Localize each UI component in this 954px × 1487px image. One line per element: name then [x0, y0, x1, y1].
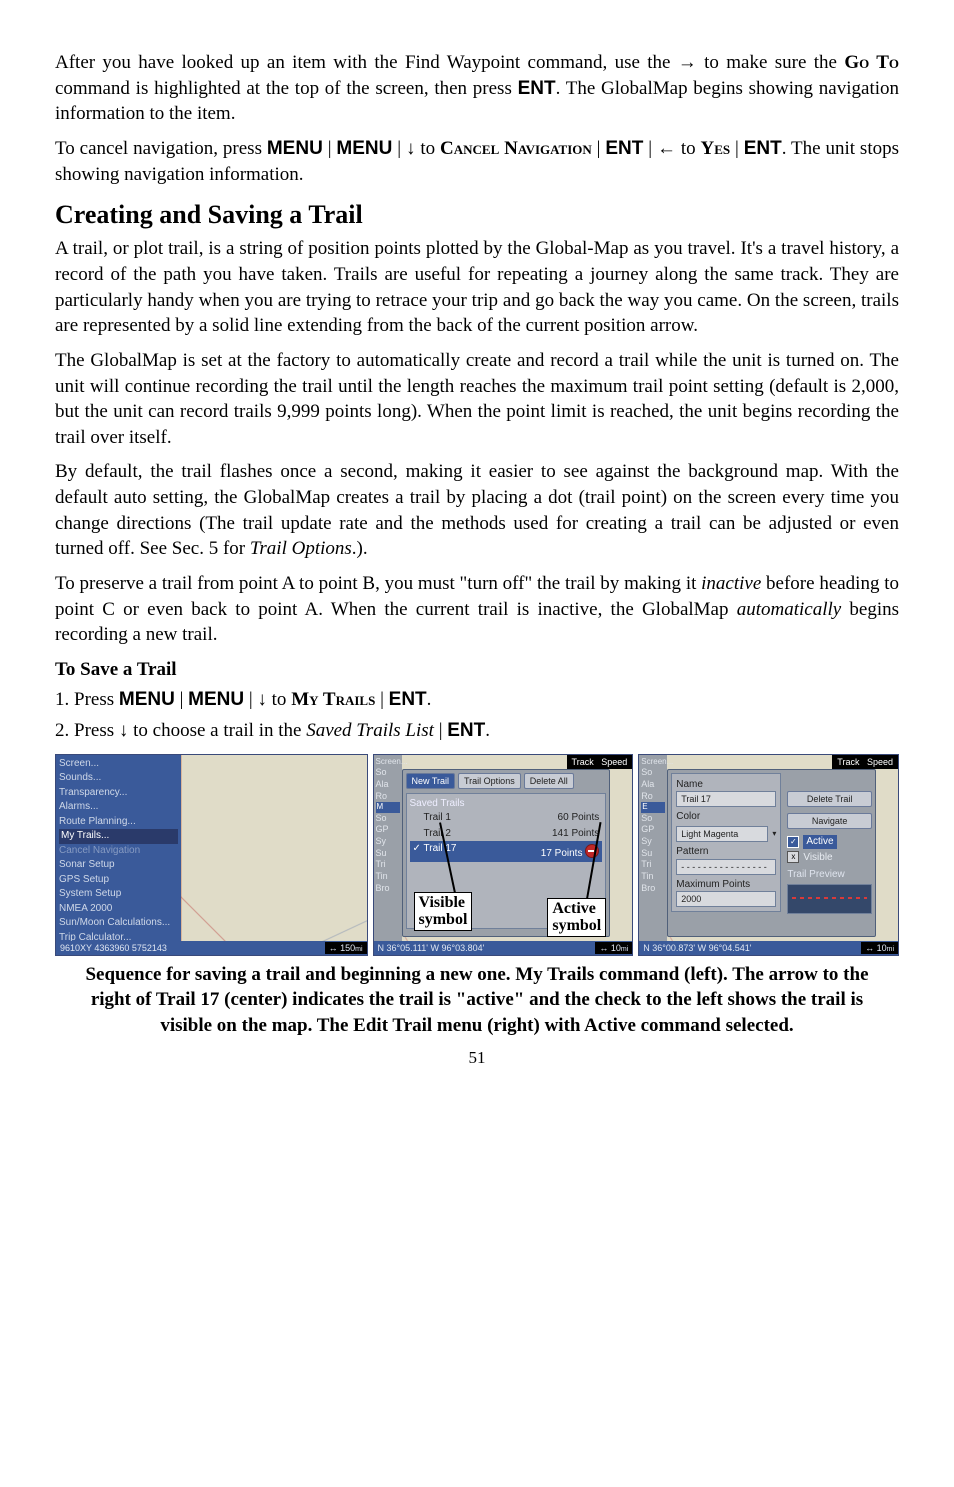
name-field[interactable]: Trail 17	[676, 791, 776, 807]
subheading-save-trail: To Save a Trail	[55, 657, 899, 683]
down-arrow-icon: ↓	[257, 689, 267, 710]
menu-item[interactable]: Sounds...	[59, 771, 178, 786]
edit-trail-tab: E	[641, 802, 665, 812]
menu-item[interactable]: Alarms...	[59, 800, 178, 815]
menu-item[interactable]: GPS Setup	[59, 873, 178, 888]
resize-icon: ↔	[599, 943, 608, 953]
screenshot-right: Track Speed Screen... So Ala Ro E So GP …	[638, 754, 899, 956]
edit-trail-dialog: Name Trail 17 Color Light Magenta ▾ Patte…	[667, 769, 876, 937]
menu-item[interactable]: System Setup	[59, 887, 178, 902]
menu-item[interactable]: Sonar Setup	[59, 858, 178, 873]
delete-trail-button[interactable]: Delete Trail	[787, 791, 872, 807]
visible-checkbox[interactable]: x	[787, 851, 799, 863]
menu-item[interactable]: Screen...	[59, 757, 178, 772]
list-header: Saved Trails	[410, 797, 603, 811]
resize-icon: ↔	[865, 943, 874, 953]
status-bar: N 36°05.111' W 96°03.804' ↔ 10mi	[374, 941, 633, 955]
step-2: 2. Press ↓ to choose a trail in the Save…	[55, 718, 899, 744]
page-number: 51	[55, 1047, 899, 1070]
field-label: Name	[676, 778, 776, 792]
menu-sidebar: Screen... So Ala Ro E So GP Sy Su Tri Ti…	[639, 755, 667, 955]
preview-label: Trail Preview	[787, 868, 872, 882]
menu-sidebar: Screen... So Ala Ro M So GP Sy Su Tri Ti…	[374, 755, 402, 955]
callout-visible: Visible symbol	[414, 892, 473, 931]
map-background	[181, 755, 367, 955]
trail-options-button[interactable]: Trail Options	[458, 773, 521, 789]
zoom-level: 150	[340, 943, 355, 953]
dropdown-icon[interactable]: ▾	[772, 829, 776, 840]
menu-item[interactable]: Sun/Moon Calculations...	[59, 916, 178, 931]
paragraph-find-waypoint: After you have looked up an item with th…	[55, 50, 899, 127]
field-label: Pattern	[676, 845, 776, 859]
max-points-field[interactable]: 2000	[676, 891, 776, 907]
main-menu: Screen... Sounds... Transparency... Alar…	[56, 755, 181, 955]
resize-icon: ↔	[329, 943, 338, 953]
field-label: Color	[676, 810, 776, 824]
zoom-level: 10	[877, 943, 887, 953]
trail-properties: Name Trail 17 Color Light Magenta ▾ Patte…	[671, 773, 781, 913]
figure-caption: Sequence for saving a trail and beginnin…	[71, 962, 883, 1039]
menu-item-my-trails[interactable]: My Trails...	[59, 829, 178, 844]
field-label: Maximum Points	[676, 878, 776, 892]
coordinates: N 36°00.873' W 96°04.541'	[643, 942, 751, 954]
status-bar: N 36°00.873' W 96°04.541' ↔ 10mi	[639, 941, 898, 955]
heading-creating-trail: Creating and Saving a Trail	[55, 197, 899, 232]
left-arrow-icon: ←	[657, 138, 676, 159]
paragraph-trail-intro: A trail, or plot trail, is a string of p…	[55, 236, 899, 339]
color-field[interactable]: Light Magenta	[676, 826, 768, 842]
zoom-level: 10	[611, 943, 621, 953]
menu-item[interactable]: Transparency...	[59, 786, 178, 801]
paragraph-cancel-nav: To cancel navigation, press MENU | MENU …	[55, 136, 899, 187]
trail-preview	[787, 884, 872, 914]
menu-item[interactable]: NMEA 2000	[59, 902, 178, 917]
visible-label: Visible	[803, 851, 832, 865]
paragraph-preserve-trail: To preserve a trail from point A to poin…	[55, 571, 899, 648]
down-arrow-icon: ↓	[119, 720, 129, 741]
active-checkbox[interactable]: ✓	[787, 836, 799, 848]
screenshot-center: Track Speed Screen... So Ala Ro M So GP …	[373, 754, 634, 956]
right-arrow-icon: →	[678, 52, 697, 73]
new-trail-button[interactable]: New Trail	[406, 773, 456, 789]
trail-17-row[interactable]: ✓ Trail 1717 Points	[410, 841, 603, 862]
active-label: Active	[803, 835, 836, 849]
trail-line	[792, 897, 867, 899]
top-bar: Track Speed	[567, 755, 633, 769]
coordinates: 9610XY 4363960 5752143	[60, 942, 167, 954]
step-1: 1. Press MENU | MENU | ↓ to My Trails | …	[55, 687, 899, 713]
menu-item: Cancel Navigation	[59, 844, 178, 859]
check-icon: ✓	[413, 843, 421, 854]
pattern-field[interactable]: - - - - - - - - - - - - - - - -	[676, 859, 776, 875]
top-bar: Track Speed	[832, 755, 898, 769]
delete-all-button[interactable]: Delete All	[524, 773, 574, 789]
status-bar: 9610XY 4363960 5752143 ↔ 150mi	[56, 941, 367, 955]
paragraph-factory-settings: The GlobalMap is set at the factory to a…	[55, 348, 899, 451]
callout-active: Active symbol	[547, 898, 606, 937]
navigate-button[interactable]: Navigate	[787, 813, 872, 829]
figure-row: Screen... Sounds... Transparency... Alar…	[55, 754, 899, 956]
menu-item[interactable]: Route Planning...	[59, 815, 178, 830]
coordinates: N 36°05.111' W 96°03.804'	[378, 942, 485, 954]
paragraph-trail-flash: By default, the trail flashes once a sec…	[55, 459, 899, 562]
screenshot-left: Screen... Sounds... Transparency... Alar…	[55, 754, 368, 956]
my-trails-tab: M	[376, 802, 400, 812]
